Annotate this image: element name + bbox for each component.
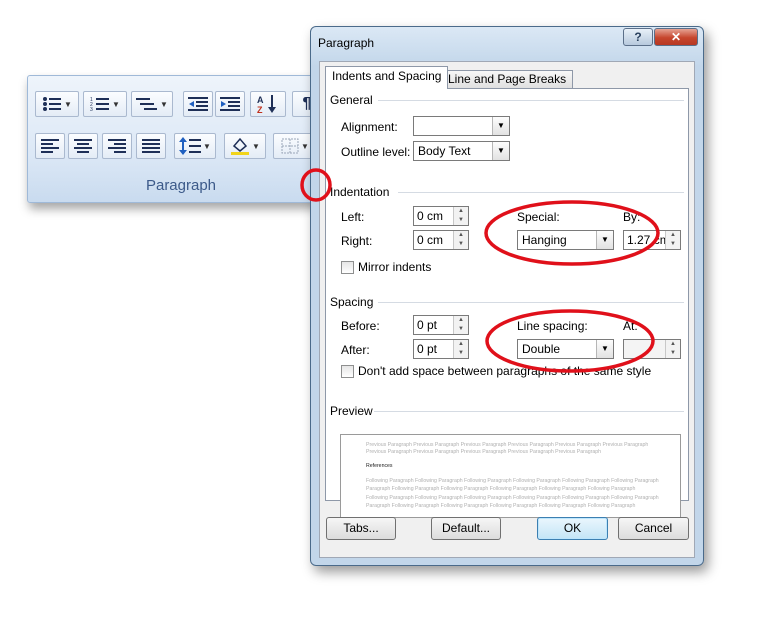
launcher-highlight-circle <box>300 168 332 202</box>
tab-indents-and-spacing[interactable]: Indents and Spacing <box>325 66 449 89</box>
line-spacing-highlight-circle <box>485 309 655 373</box>
annotation-overlay <box>300 168 660 373</box>
special-highlight-circle <box>484 200 660 266</box>
